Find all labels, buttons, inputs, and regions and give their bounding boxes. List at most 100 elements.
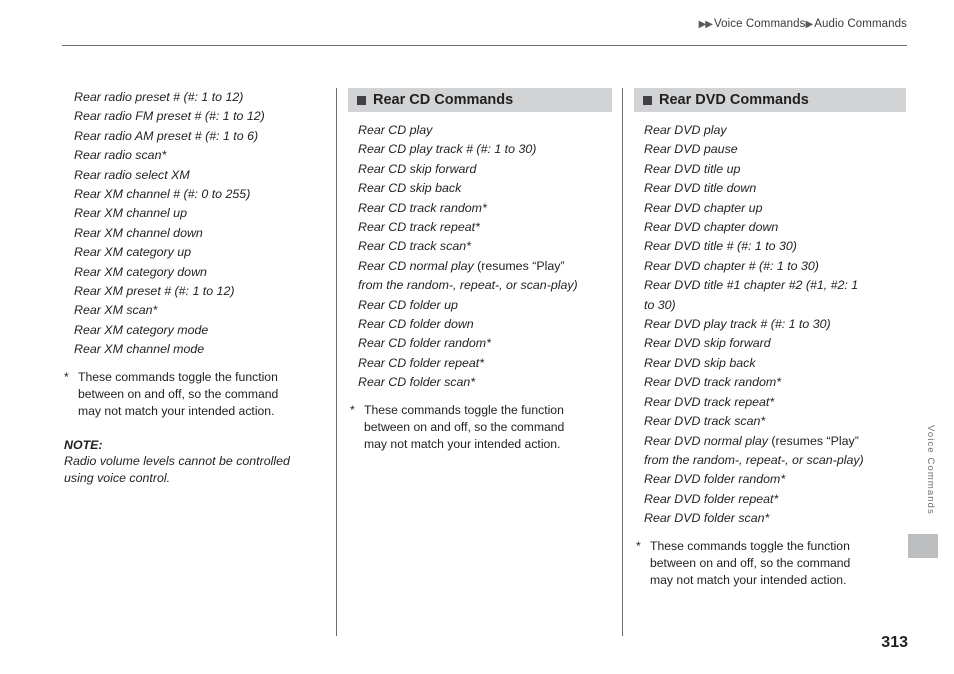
command-item: Rear DVD track scan* [634, 412, 906, 431]
command-item: Rear XM category down [74, 264, 207, 279]
section-title: Rear DVD Commands [659, 92, 809, 108]
rear-cd-command-list: Rear CD play Rear CD play track # (#: 1 t… [348, 121, 612, 393]
column-radio-commands: Rear radio preset # (#: 1 to 12) Rear rad… [62, 88, 334, 488]
command-item: Rear CD play [348, 121, 612, 140]
command-text: Rear CD skip forward [358, 161, 477, 176]
command-text: Rear CD folder scan* [358, 375, 476, 390]
footnote-line-1: These commands toggle the function [364, 402, 564, 417]
bullet-square-icon [357, 95, 366, 105]
command-item: Rear DVD chapter up [634, 199, 906, 218]
command-item: Rear XM channel mode [74, 342, 205, 357]
command-note: (resumes “Play” [473, 258, 565, 273]
breadcrumb: ▶▶ Voice Commands▶ Audio Commands [699, 18, 907, 30]
side-tab-marker [908, 534, 938, 558]
column-divider-1 [336, 88, 337, 636]
command-item: Rear XM preset # (#: 1 to 12) [74, 284, 235, 299]
footnote-star: * [64, 369, 69, 384]
footnote-line-1: These commands toggle the function [78, 369, 278, 384]
command-text: Rear CD play track # (#: 1 to 30) [358, 142, 537, 157]
command-text: from the random-, repeat-, or scan-play) [358, 278, 578, 293]
command-text: Rear DVD folder scan* [644, 511, 770, 526]
command-text: Rear CD folder down [358, 317, 474, 332]
command-text: Rear DVD skip forward [644, 336, 771, 351]
command-item: Rear DVD track repeat* [634, 393, 906, 412]
command-item: Rear DVD track random* [634, 373, 906, 392]
command-item: Rear radio select XM [74, 167, 190, 182]
command-item: Rear CD play track # (#: 1 to 30) [348, 140, 612, 159]
command-text: Rear DVD track repeat* [644, 394, 775, 409]
footnote-text: These commands toggle the function betwe… [650, 538, 906, 589]
command-item: Rear XM channel up [74, 206, 187, 221]
command-item: Rear DVD title #1 chapter #2 (#1, #2: 1 [634, 276, 906, 295]
command-text: Rear DVD folder repeat* [644, 491, 779, 506]
footnote-rear-cd: * These commands toggle the function bet… [348, 402, 612, 453]
footnote-radio: * These commands toggle the function bet… [62, 369, 334, 420]
command-text: Rear CD play [358, 123, 433, 137]
command-text: Rear DVD track scan* [644, 414, 766, 429]
command-text: Rear DVD title #1 chapter #2 (#1, #2: 1 [644, 278, 859, 293]
command-item: Rear radio FM preset # (#: 1 to 12) [74, 109, 265, 124]
command-text: Rear CD folder repeat* [358, 355, 485, 370]
command-text: Rear DVD chapter up [644, 200, 763, 215]
command-item: Rear DVD skip back [634, 354, 906, 373]
column-rear-cd-commands: Rear CD Commands Rear CD play Rear CD pla… [348, 88, 612, 453]
command-item: Rear DVD pause [634, 140, 906, 159]
footnote-line-3: may not match your intended action. [78, 403, 275, 418]
header-rule [62, 45, 907, 46]
rear-dvd-command-list: Rear DVD play Rear DVD pause Rear DVD titl… [634, 121, 906, 529]
radio-command-list: Rear radio preset # (#: 1 to 12) Rear rad… [62, 88, 334, 360]
command-item: Rear CD folder random* [348, 334, 612, 353]
command-item: to 30) [634, 296, 906, 315]
footnote-line-2: between on and off, so the command [364, 419, 565, 434]
command-item: Rear CD skip back [348, 179, 612, 198]
footnote-text: These commands toggle the function betwe… [364, 402, 612, 453]
command-item: Rear CD folder up [348, 296, 612, 315]
footnote-line-3: may not match your intended action. [650, 572, 847, 587]
command-text: from the random-, repeat-, or scan-play) [644, 452, 864, 467]
command-item: Rear DVD play [634, 121, 906, 140]
command-text: Rear DVD track random* [644, 375, 782, 390]
command-item: Rear XM channel down [74, 225, 203, 240]
command-note: (resumes “Play” [767, 433, 859, 448]
footnote-line-3: may not match your intended action. [364, 436, 561, 451]
page-number: 313 [881, 634, 908, 651]
breadcrumb-arrow-icon: ▶▶ [698, 19, 713, 30]
footnote-text: These commands toggle the function betwe… [78, 369, 334, 420]
note-line-2: using voice control. [64, 471, 171, 486]
command-item: Rear DVD title up [634, 160, 906, 179]
command-text: Rear CD folder up [358, 297, 458, 312]
command-item: Rear CD skip forward [348, 160, 612, 179]
command-item: Rear XM category mode [74, 322, 209, 337]
command-text: Rear DVD pause [644, 142, 738, 157]
command-text: Rear DVD skip back [644, 355, 756, 370]
command-item: Rear DVD title down [634, 179, 906, 198]
command-item: Rear DVD folder random* [634, 470, 906, 489]
note-body: Radio volume levels cannot be controlled… [64, 453, 334, 488]
command-item: Rear DVD folder scan* [634, 509, 906, 528]
section-title: Rear CD Commands [373, 92, 514, 108]
command-text: Rear DVD play track # (#: 1 to 30) [644, 317, 831, 332]
command-text: Rear DVD play [644, 123, 727, 137]
command-item: Rear CD folder down [348, 315, 612, 334]
command-text: Rear DVD chapter down [644, 220, 779, 235]
command-item: Rear XM category up [74, 245, 192, 260]
command-text: Rear DVD folder random* [644, 472, 786, 487]
command-text: Rear CD track random* [358, 200, 487, 215]
footnote-line-2: between on and off, so the command [78, 386, 279, 401]
section-header-rear-dvd: Rear DVD Commands [634, 88, 906, 112]
command-item: Rear DVD normal play (resumes “Play” [634, 432, 906, 451]
command-text: to 30) [644, 297, 676, 312]
command-item: Rear radio scan* [74, 148, 167, 163]
command-item: Rear radio AM preset # (#: 1 to 6) [74, 128, 259, 143]
command-item: from the random-, repeat-, or scan-play) [634, 451, 906, 470]
breadcrumb-item-audio-commands: Audio Commands [814, 18, 907, 30]
bullet-square-icon [643, 95, 652, 105]
command-item: Rear XM channel # (#: 0 to 255) [74, 187, 251, 202]
footnote-star: * [350, 402, 355, 417]
command-text: Rear DVD title # (#: 1 to 30) [644, 239, 797, 254]
command-item: Rear CD track random* [348, 199, 612, 218]
command-item: Rear CD track scan* [348, 237, 612, 256]
section-header-rear-cd: Rear CD Commands [348, 88, 612, 112]
note-title: NOTE: [64, 437, 103, 452]
column-divider-2 [622, 88, 623, 636]
